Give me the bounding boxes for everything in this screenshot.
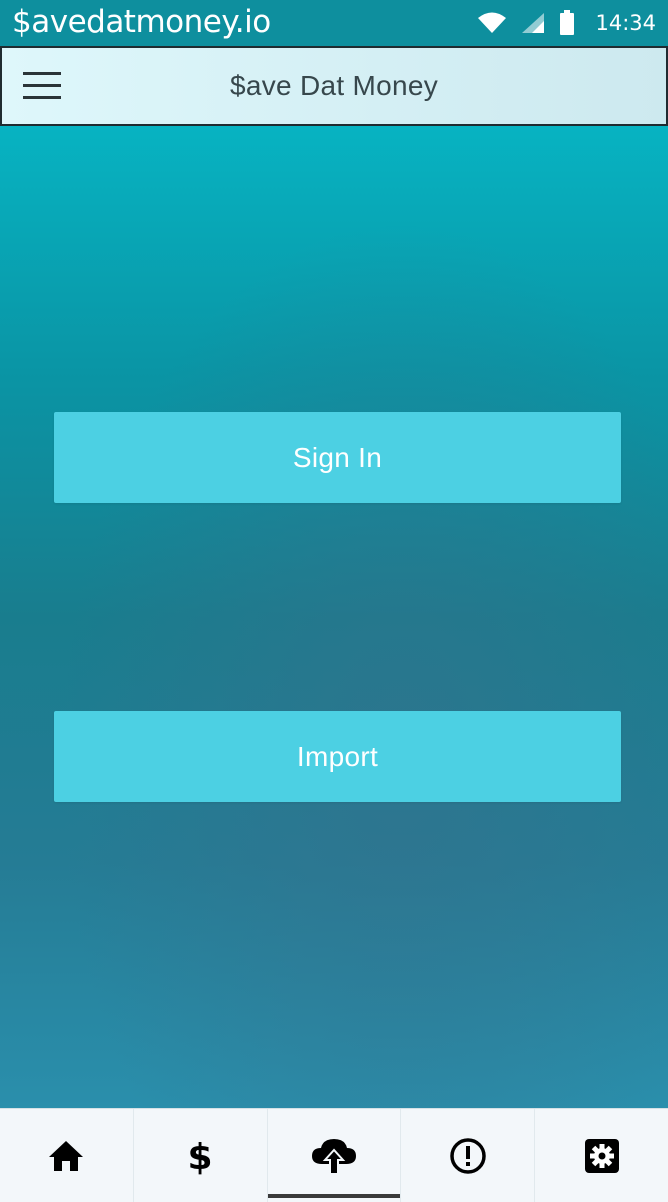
- tab-settings[interactable]: [535, 1109, 668, 1202]
- tab-home[interactable]: [0, 1109, 134, 1202]
- dollar-icon: $: [188, 1137, 213, 1175]
- sign-in-button[interactable]: Sign In: [54, 412, 621, 503]
- import-button[interactable]: Import: [54, 711, 621, 802]
- tab-alerts[interactable]: [401, 1109, 536, 1202]
- tab-import[interactable]: [267, 1109, 402, 1202]
- bottom-tab-bar: $: [0, 1108, 668, 1202]
- app-header: $ave Dat Money: [0, 46, 668, 126]
- clock: 14:34: [595, 11, 656, 35]
- home-icon: [49, 1140, 84, 1171]
- wifi-icon: [478, 12, 507, 33]
- tab-money[interactable]: $: [134, 1109, 268, 1202]
- alert-circle-icon: [450, 1137, 486, 1174]
- status-bar: $avedatmoney.io 14:34: [0, 0, 668, 46]
- status-icons: 14:34: [477, 0, 656, 46]
- status-bar-title: $avedatmoney.io: [12, 4, 271, 40]
- battery-icon: [560, 10, 575, 35]
- svg-text:$: $: [188, 1137, 213, 1175]
- cloud-upload-icon: [311, 1138, 356, 1175]
- signal-icon: [522, 13, 545, 33]
- settings-gear-icon: [584, 1138, 619, 1173]
- page-title: $ave Dat Money: [229, 70, 439, 101]
- main-content: Sign In Import: [0, 126, 668, 1108]
